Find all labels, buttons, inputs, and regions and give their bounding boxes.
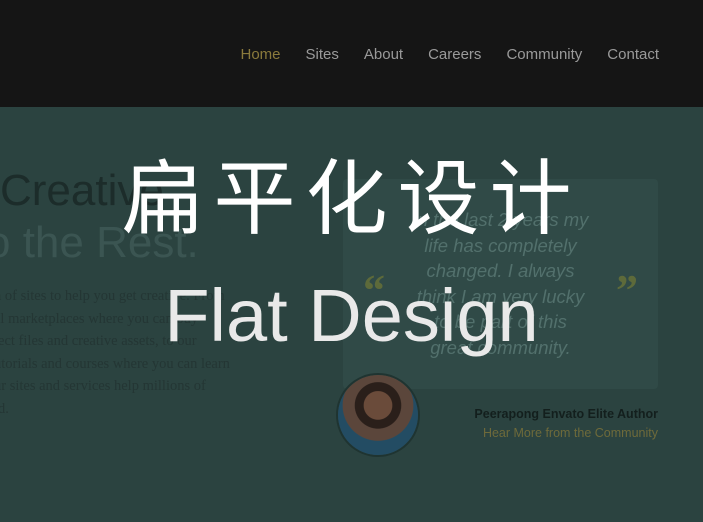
- nav-contact[interactable]: Contact: [607, 46, 659, 63]
- top-navigation-bar: Home Sites About Careers Community Conta…: [0, 0, 703, 107]
- nav-about[interactable]: About: [364, 46, 403, 63]
- nav-sites[interactable]: Sites: [306, 46, 339, 63]
- author-avatar: [338, 375, 418, 455]
- main-nav: Home Sites About Careers Community Conta…: [241, 46, 660, 63]
- overlay-title-chinese: 扁平化设计: [121, 154, 582, 245]
- community-link[interactable]: Hear More from the Community: [483, 426, 658, 440]
- page: Home Sites About Careers Community Conta…: [0, 0, 703, 522]
- testimonial-author: Peerapong Envato Elite Author: [474, 407, 658, 421]
- hero-body-line: ur sites and services help millions of: [0, 378, 206, 394]
- overlay-title-english: Flat Design: [164, 274, 539, 357]
- hero-body-line: ld.: [0, 400, 9, 417]
- nav-community[interactable]: Community: [506, 46, 582, 63]
- nav-home[interactable]: Home: [241, 46, 281, 63]
- nav-careers[interactable]: Careers: [428, 46, 481, 63]
